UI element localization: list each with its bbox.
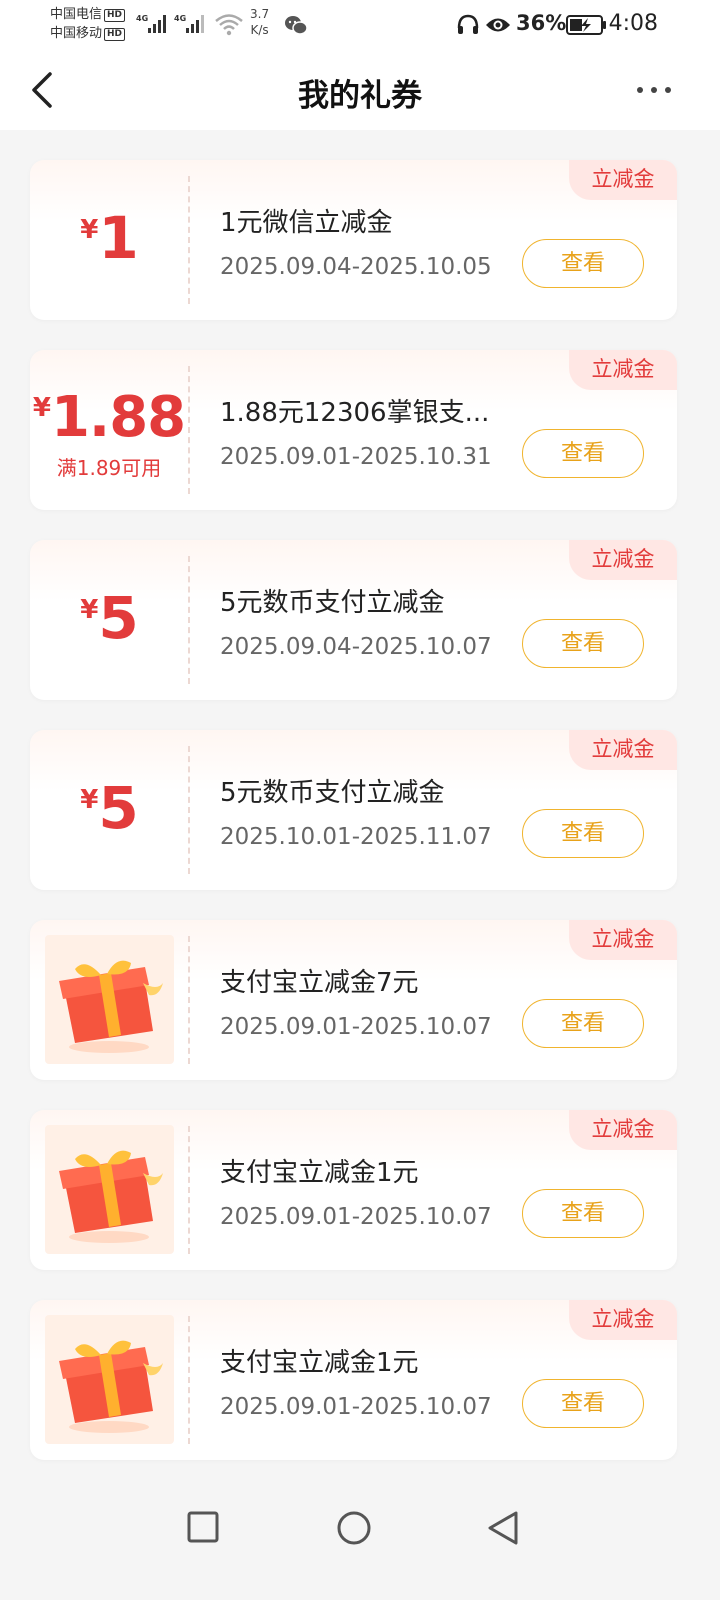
- net-type-2: 4G: [174, 14, 186, 23]
- net-type-1: 4G: [136, 14, 148, 23]
- coupon-amount-area: ¥1: [30, 160, 188, 320]
- view-button[interactable]: 查看: [522, 809, 644, 858]
- coupon-type-tag: 立减金: [569, 350, 677, 390]
- wechat-icon: [285, 16, 308, 35]
- gift-box-icon: [59, 1150, 163, 1243]
- coupon-amount-area: ¥1.88 满1.89可用: [30, 350, 188, 510]
- net-speed-unit: K/s: [250, 23, 269, 37]
- currency-symbol: ¥: [80, 215, 99, 245]
- coupon-validity-date: 2025.09.04-2025.10.07: [220, 634, 492, 660]
- coupon-amount: 1.88: [50, 385, 186, 450]
- battery-charging-icon: [566, 15, 606, 35]
- coupon-type-tag: 立减金: [569, 1300, 677, 1340]
- gift-box-icon: [59, 960, 163, 1053]
- coupon-title: 5元数币支付立减金: [220, 588, 445, 618]
- back-triangle-icon[interactable]: [486, 1510, 520, 1546]
- coupon-type-tag: 立减金: [569, 540, 677, 580]
- coupon-card: 立减金 支付宝立减金1元 2025.09.01-2025.10.07 查看: [30, 1110, 677, 1270]
- coupon-validity-date: 2025.09.01-2025.10.07: [220, 1014, 492, 1040]
- signal-icon-2: 4G: [174, 14, 204, 33]
- coupon-validity-date: 2025.09.04-2025.10.05: [220, 254, 492, 280]
- coupon-type-tag: 立减金: [569, 160, 677, 200]
- coupon-title: 支付宝立减金1元: [220, 1158, 419, 1188]
- page-title: 我的礼券: [298, 78, 422, 114]
- coupon-card: 立减金 ¥1.88 满1.89可用 1.88元12306掌银支... 2025.…: [30, 350, 677, 510]
- status-bar: 中国电信 HD 中国移动 HD 4G 4G 3.7 K/s 36% 4:08: [0, 0, 720, 50]
- signal-icon-1: 4G: [136, 14, 166, 33]
- coupon-list: 立减金 ¥1 1元微信立减金 2025.09.04-2025.10.05 查看 …: [30, 160, 677, 1490]
- coupon-divider: [188, 556, 190, 684]
- recent-apps-square-icon[interactable]: [186, 1510, 220, 1544]
- currency-symbol: ¥: [32, 393, 51, 423]
- carrier-1: 中国电信: [50, 7, 103, 22]
- carrier-info: 中国电信 HD 中国移动 HD: [50, 5, 126, 43]
- nav-bar: 我的礼券: [0, 50, 720, 130]
- coupon-amount: 5: [98, 584, 138, 652]
- coupon-amount-area: ¥5: [30, 540, 188, 700]
- battery-percent: 36%: [516, 11, 567, 35]
- headset-icon: [457, 14, 479, 34]
- coupon-card: 立减金 ¥1 1元微信立减金 2025.09.04-2025.10.05 查看: [30, 160, 677, 320]
- coupon-title: 5元数币支付立减金: [220, 778, 445, 808]
- gift-box-image: [45, 1125, 174, 1254]
- coupon-type-tag: 立减金: [569, 1110, 677, 1150]
- coupon-amount: 5: [98, 774, 138, 842]
- gift-box-icon: [59, 1340, 163, 1433]
- coupon-card: 立减金 ¥5 5元数币支付立减金 2025.10.01-2025.11.07 查…: [30, 730, 677, 890]
- coupon-card: 立减金 支付宝立减金1元 2025.09.01-2025.10.07 查看: [30, 1300, 677, 1460]
- coupon-divider: [188, 1316, 190, 1444]
- coupon-usage-condition: 满1.89可用: [56, 456, 162, 480]
- coupon-amount-area: ¥5: [30, 730, 188, 890]
- coupon-type-tag: 立减金: [569, 920, 677, 960]
- net-speed: 3.7 K/s: [250, 6, 269, 38]
- currency-symbol: ¥: [80, 785, 99, 815]
- carrier-2: 中国移动: [50, 26, 103, 41]
- view-button[interactable]: 查看: [522, 429, 644, 478]
- more-options-icon[interactable]: [636, 86, 672, 94]
- coupon-validity-date: 2025.10.01-2025.11.07: [220, 824, 492, 850]
- coupon-divider: [188, 746, 190, 874]
- view-button[interactable]: 查看: [522, 1189, 644, 1238]
- coupon-title: 1.88元12306掌银支...: [220, 398, 490, 428]
- coupon-title: 1元微信立减金: [220, 208, 393, 238]
- coupon-type-tag: 立减金: [569, 730, 677, 770]
- home-circle-icon[interactable]: [336, 1510, 372, 1546]
- eye-comfort-icon: [486, 18, 510, 32]
- coupon-title: 支付宝立减金1元: [220, 1348, 419, 1378]
- coupon-divider: [188, 1126, 190, 1254]
- clock-time: 4:08: [608, 11, 658, 36]
- hd-badge-2: HD: [104, 28, 126, 41]
- coupon-validity-date: 2025.09.01-2025.10.31: [220, 444, 492, 470]
- system-navigation-bar: [0, 1490, 720, 1600]
- hd-badge-1: HD: [104, 9, 126, 22]
- view-button[interactable]: 查看: [522, 239, 644, 288]
- coupon-amount: 1: [98, 204, 138, 272]
- coupon-card: 立减金 支付宝立减金7元 2025.09.01-2025.10.07 查看: [30, 920, 677, 1080]
- view-button[interactable]: 查看: [522, 999, 644, 1048]
- currency-symbol: ¥: [80, 595, 99, 625]
- coupon-validity-date: 2025.09.01-2025.10.07: [220, 1394, 492, 1420]
- view-button[interactable]: 查看: [522, 1379, 644, 1428]
- coupon-validity-date: 2025.09.01-2025.10.07: [220, 1204, 492, 1230]
- coupon-card: 立减金 ¥5 5元数币支付立减金 2025.09.04-2025.10.07 查…: [30, 540, 677, 700]
- coupon-title: 支付宝立减金7元: [220, 968, 419, 998]
- net-speed-value: 3.7: [250, 7, 270, 21]
- gift-box-image: [45, 935, 174, 1064]
- coupon-divider: [188, 176, 190, 304]
- coupon-divider: [188, 366, 190, 494]
- view-button[interactable]: 查看: [522, 619, 644, 668]
- gift-box-image: [45, 1315, 174, 1444]
- coupon-divider: [188, 936, 190, 1064]
- wifi-icon: [215, 14, 243, 36]
